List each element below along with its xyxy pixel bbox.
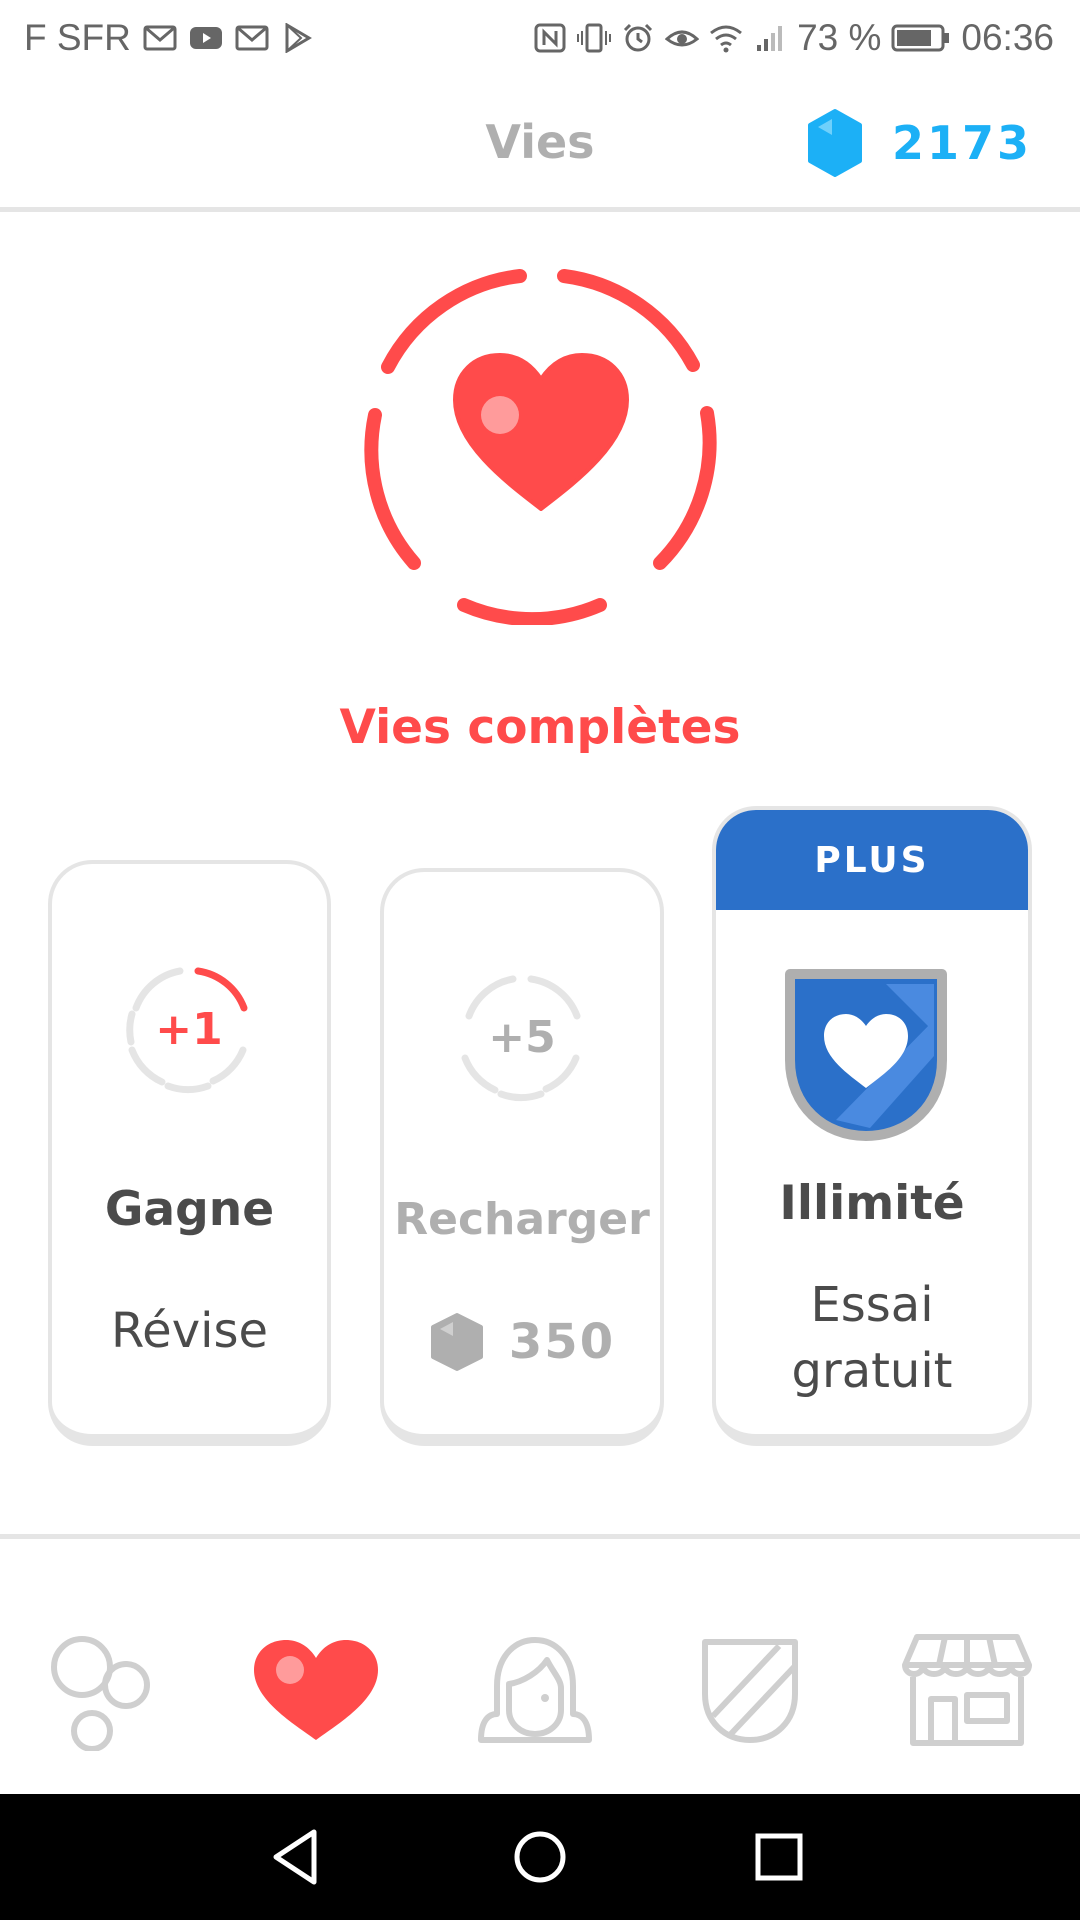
tab-leagues[interactable] — [698, 1631, 802, 1751]
refill-earn-card[interactable]: +1 Gagne Révise — [48, 860, 331, 1446]
alarm-icon — [624, 23, 653, 51]
refill-gems-card[interactable]: +5 Recharger 350 — [380, 868, 664, 1446]
tab-lives[interactable] — [248, 1631, 384, 1751]
signal-icon — [757, 25, 783, 51]
app-header: Vies 2173 — [0, 75, 1080, 212]
recents-icon[interactable] — [746, 1824, 812, 1890]
shop-icon — [902, 1634, 1032, 1746]
battery-percent: 73 % — [797, 16, 882, 58]
tab-learn[interactable] — [46, 1631, 156, 1751]
gems-count: 2173 — [891, 116, 1032, 170]
unlimited-title: Illimité — [779, 1176, 965, 1231]
unlimited-subtitle-line1: Essai — [810, 1277, 934, 1333]
gmail-icon — [143, 25, 177, 50]
refill-earn-subtitle: Révise — [110, 1303, 268, 1359]
clock: 06:36 — [961, 16, 1054, 58]
heart-shield-icon — [785, 969, 947, 1141]
tab-shop[interactable] — [900, 1631, 1034, 1751]
bottom-tab-bar — [0, 1534, 1080, 1794]
back-icon[interactable] — [264, 1824, 330, 1890]
gem-icon — [807, 109, 862, 177]
gmail-icon — [235, 25, 269, 50]
android-nav-bar — [0, 1794, 1080, 1920]
refill-earn-badge: +1 — [155, 1003, 223, 1055]
heart-icon — [364, 269, 717, 625]
carrier-label: F SFR — [24, 16, 131, 58]
lives-status: Vies complètes — [339, 700, 741, 755]
battery-icon — [891, 24, 950, 51]
vibrate-icon — [577, 23, 612, 52]
nfc-icon — [534, 23, 566, 52]
learn-circles-icon — [51, 1636, 150, 1751]
plus-banner: PLUS — [716, 810, 1028, 910]
refill-earn-title: Gagne — [104, 1182, 275, 1237]
gem-icon — [430, 1313, 483, 1371]
home-icon[interactable] — [507, 1824, 573, 1890]
unlimited-card[interactable]: PLUS Illimité Essai gratuit — [712, 806, 1032, 1446]
tab-profile[interactable] — [470, 1631, 600, 1751]
gems-counter[interactable]: 2173 — [806, 107, 1032, 179]
youtube-icon — [189, 26, 222, 49]
refill-gems-badge: +5 — [488, 1011, 556, 1063]
heart-icon — [254, 1640, 378, 1740]
eye-comfort-icon — [665, 30, 700, 46]
refill-gems-price-value: 350 — [508, 1314, 616, 1370]
status-bar: F SFR 73 % 06:36 — [0, 0, 1080, 75]
unlimited-subtitle-line2: gratuit — [791, 1343, 953, 1399]
wifi-icon — [710, 25, 742, 52]
status-left: F SFR — [24, 17, 315, 59]
league-shield-icon — [702, 1639, 798, 1743]
status-right: 73 % 06:36 — [533, 17, 1054, 59]
play-store-icon — [285, 22, 312, 53]
profile-icon — [478, 1637, 592, 1743]
refill-gems-price: 350 — [384, 1312, 660, 1372]
refill-gems-title: Recharger — [394, 1194, 650, 1245]
